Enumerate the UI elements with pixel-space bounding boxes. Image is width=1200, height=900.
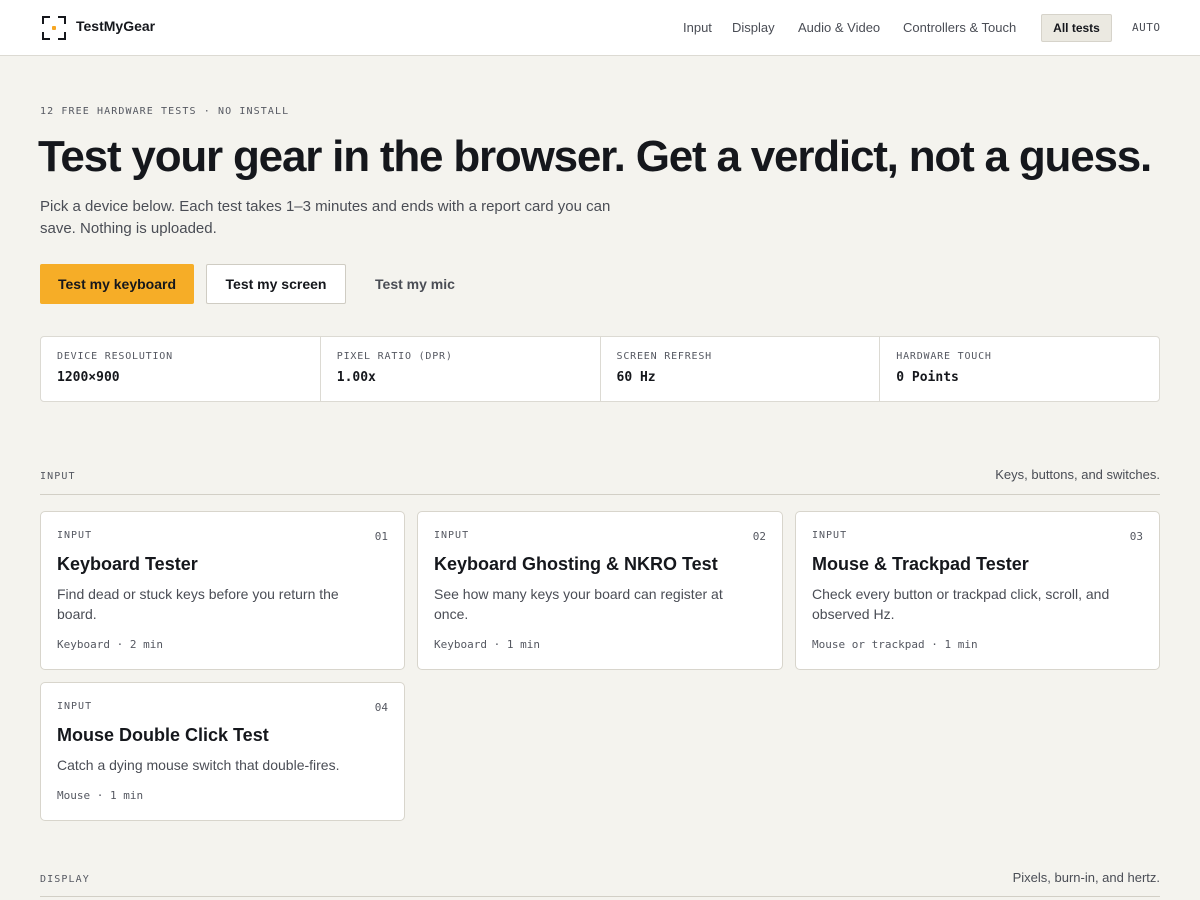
card-title: Mouse Double Click Test — [57, 725, 269, 745]
nav-audio-video[interactable]: Audio & Video — [798, 14, 880, 42]
card-number: 01 — [374, 530, 388, 543]
card-meta: Keyboard · 2 min — [57, 638, 163, 651]
card-description: Check every button or trackpad click, sc… — [812, 586, 1110, 622]
section-divider — [40, 896, 1160, 897]
site-header: TestMyGear Input Display Audio & Video C… — [0, 0, 1200, 56]
logo-icon[interactable] — [42, 16, 66, 40]
section-note-input: Keys, buttons, and switches. — [995, 467, 1160, 482]
stat-label: DEVICE RESOLUTION — [57, 351, 173, 362]
test-screen-button[interactable]: Test my screen — [206, 264, 346, 304]
card-description: See how many keys your board can registe… — [434, 586, 723, 622]
stat-label: SCREEN REFRESH — [616, 351, 712, 362]
stat-hardware-touch: HARDWARE TOUCH 0 Points — [880, 337, 1159, 401]
hero-title: Test your gear in the browser. Get a ver… — [38, 132, 1152, 181]
card-category: INPUT — [57, 701, 93, 712]
test-keyboard-button[interactable]: Test my keyboard — [40, 264, 194, 304]
card-description: Find dead or stuck keys before you retur… — [57, 586, 339, 622]
test-card-keyboard-tester[interactable]: INPUT 01 Keyboard Tester Find dead or st… — [40, 511, 405, 670]
hero-subtitle: Pick a device below. Each test takes 1–3… — [40, 198, 611, 237]
section-note-display: Pixels, burn-in, and hertz. — [1012, 870, 1160, 885]
test-card-keyboard-ghosting[interactable]: INPUT 02 Keyboard Ghosting & NKRO Test S… — [417, 511, 783, 670]
section-divider — [40, 494, 1160, 495]
stat-value: 0 Points — [896, 370, 959, 385]
section-label-input: INPUT — [40, 471, 76, 482]
stat-value: 1.00x — [336, 370, 376, 385]
stat-device-resolution: DEVICE RESOLUTION 1200×900 — [41, 337, 321, 401]
card-number: 04 — [374, 701, 388, 714]
nav-input[interactable]: Input — [683, 14, 712, 42]
device-stats-panel: DEVICE RESOLUTION 1200×900 PIXEL RATIO (… — [40, 336, 1160, 402]
stat-value: 1200×900 — [57, 370, 120, 385]
card-category: INPUT — [434, 530, 470, 541]
card-description: Catch a dying mouse switch that double-f… — [57, 757, 340, 773]
brand-name[interactable]: TestMyGear — [76, 18, 155, 34]
card-meta: Mouse · 1 min — [57, 789, 144, 802]
stat-label: PIXEL RATIO (DPR) — [336, 351, 453, 362]
card-number: 03 — [1129, 530, 1143, 543]
card-title: Keyboard Ghosting & NKRO Test — [434, 554, 718, 574]
test-mic-button[interactable]: Test my mic — [358, 264, 472, 304]
nav-display[interactable]: Display — [732, 14, 775, 42]
stat-screen-refresh: SCREEN REFRESH 60 Hz — [601, 337, 881, 401]
card-title: Keyboard Tester — [57, 554, 198, 574]
stat-value: 60 Hz — [616, 370, 656, 385]
test-card-mouse-double-click[interactable]: INPUT 04 Mouse Double Click Test Catch a… — [40, 682, 405, 821]
section-label-display: DISPLAY — [40, 874, 90, 885]
test-card-mouse-trackpad[interactable]: INPUT 03 Mouse & Trackpad Tester Check e… — [795, 511, 1160, 670]
card-meta: Keyboard · 1 min — [434, 638, 540, 651]
card-meta: Mouse or trackpad · 1 min — [812, 638, 978, 651]
stat-label: HARDWARE TOUCH — [896, 351, 992, 362]
card-number: 02 — [752, 530, 766, 543]
card-title: Mouse & Trackpad Tester — [812, 554, 1029, 574]
hero-eyebrow: 12 FREE HARDWARE TESTS · NO INSTALL — [40, 106, 290, 117]
card-category: INPUT — [812, 530, 848, 541]
stat-pixel-ratio: PIXEL RATIO (DPR) 1.00x — [321, 337, 601, 401]
nav-controllers-touch[interactable]: Controllers & Touch — [903, 14, 1016, 42]
nav-all-tests[interactable]: All tests — [1041, 14, 1112, 42]
theme-toggle[interactable]: AUTO — [1132, 14, 1161, 42]
card-category: INPUT — [57, 530, 93, 541]
